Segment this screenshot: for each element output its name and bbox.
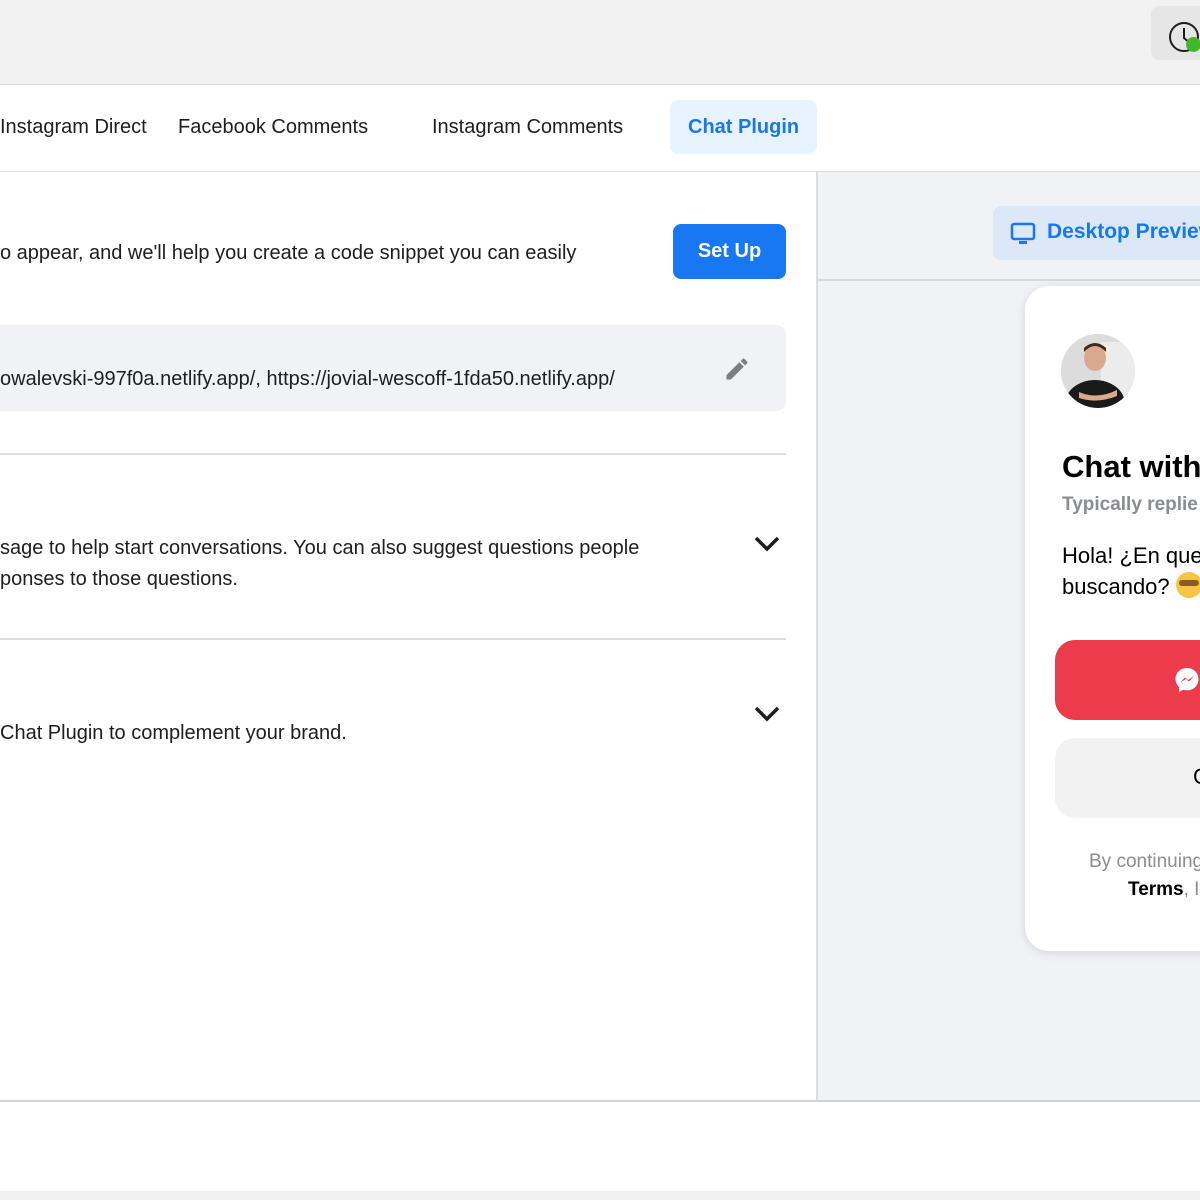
preview-panel: Desktop Preview Chat with Typically repl… (818, 172, 1200, 1100)
section-welcome-description-line2: ponses to those questions. (0, 568, 238, 590)
terms-link[interactable]: Terms (1128, 879, 1184, 900)
chat-plugin-preview-card: Chat with Typically replie Hola! ¿En que… (1025, 286, 1200, 951)
settings-panel: o appear, and we'll help you create a co… (0, 172, 818, 1100)
desktop-preview-button[interactable]: Desktop Preview (993, 206, 1200, 260)
tab-bar: Instagram Direct Facebook Comments Insta… (0, 85, 1200, 172)
domains-field[interactable]: owalevski-997f0a.netlify.app/, https://j… (0, 325, 786, 411)
online-status-dot (1186, 37, 1200, 52)
greeting-line-2-text: buscando? (1062, 574, 1170, 599)
chevron-down-icon[interactable] (753, 534, 781, 554)
legal-separator: , I (1183, 879, 1200, 900)
tab-instagram-direct[interactable]: Instagram Direct (0, 100, 165, 154)
continue-messenger-button[interactable] (1055, 640, 1200, 720)
legal-notice: By continuing Terms, I (1089, 848, 1200, 904)
legal-line-1: By continuing (1089, 851, 1200, 872)
setup-button[interactable]: Set Up (673, 224, 786, 279)
guest-button-label: C (1193, 764, 1200, 790)
tab-facebook-comments[interactable]: Facebook Comments (160, 100, 386, 154)
greeting-line-1: Hola! ¿En que (1062, 543, 1200, 568)
nerd-face-emoji-icon (1175, 572, 1200, 598)
continue-as-guest-button[interactable]: C (1055, 738, 1200, 818)
messenger-icon (1175, 668, 1199, 692)
tab-chat-plugin[interactable]: Chat Plugin (670, 100, 818, 154)
bottom-strip (0, 1191, 1200, 1200)
avatar (1061, 334, 1135, 408)
section-appearance-description: Chat Plugin to complement your brand. (0, 722, 347, 744)
chevron-down-icon[interactable] (753, 704, 781, 724)
setup-description: o appear, and we'll help you create a co… (0, 242, 577, 264)
section-divider (0, 453, 786, 455)
domains-value: owalevski-997f0a.netlify.app/, https://j… (0, 368, 615, 390)
legal-line-2: Terms, I (1089, 876, 1200, 904)
section-welcome-description-line1: sage to help start conversations. You ca… (0, 537, 640, 559)
chat-title: Chat with (1062, 449, 1200, 484)
tab-instagram-comments[interactable]: Instagram Comments (414, 100, 641, 154)
top-bar (0, 0, 1200, 85)
pencil-icon[interactable] (723, 355, 751, 383)
monitor-icon (1010, 222, 1036, 244)
reply-time-text: Typically replie (1062, 494, 1198, 515)
footer-bar (0, 1100, 1200, 1193)
greeting-line-2: buscando? (1062, 571, 1200, 602)
section-divider (0, 638, 786, 640)
desktop-preview-label: Desktop Preview (1047, 220, 1200, 243)
preview-header: Desktop Preview (818, 172, 1200, 281)
greeting-message: Hola! ¿En que buscando? (1062, 540, 1200, 602)
